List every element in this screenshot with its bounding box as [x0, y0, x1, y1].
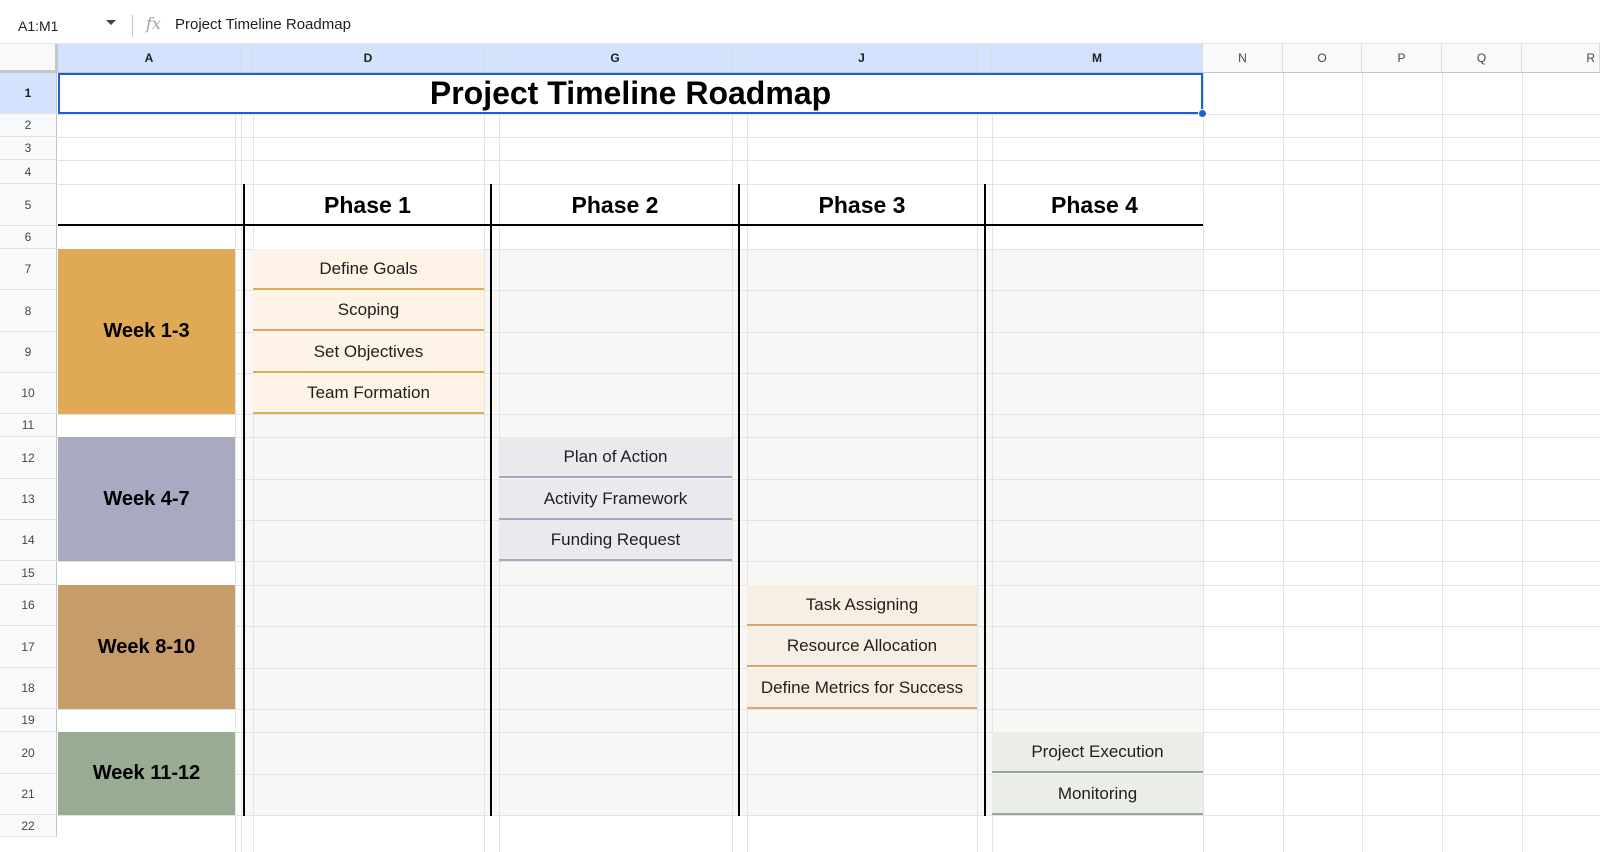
week-block-1[interactable]: Week 1-3 [58, 249, 235, 414]
selection-fill-handle[interactable] [1198, 109, 1207, 118]
row-header-22[interactable]: 22 [0, 815, 57, 837]
grid-line [241, 73, 242, 852]
formula-bar-separator [132, 15, 133, 37]
column-header-r[interactable]: R [1522, 44, 1600, 73]
task-cell[interactable]: Set Objectives [253, 332, 484, 373]
phase4-area [986, 249, 1203, 815]
grid-line [1283, 73, 1284, 852]
column-header-o[interactable]: O [1283, 44, 1362, 73]
row-header-1[interactable]: 1 [0, 73, 57, 114]
task-cell[interactable]: Activity Framework [499, 479, 732, 520]
week-block-4[interactable]: Week 11-12 [58, 732, 235, 815]
sheet-title: Project Timeline Roadmap [429, 75, 832, 111]
grid-line [58, 520, 1600, 521]
column-header-p[interactable]: P [1362, 44, 1442, 73]
task-cell[interactable]: Team Formation [253, 373, 484, 414]
phase-divider [984, 184, 986, 816]
grid-line [58, 137, 1600, 138]
task-cell[interactable]: Define Metrics for Success [747, 668, 977, 709]
title-cell[interactable]: Project Timeline Roadmap [58, 73, 1203, 114]
row-header-18[interactable]: 18 [0, 668, 57, 709]
phase-header-4[interactable]: Phase 4 [986, 185, 1203, 225]
grid-line [58, 414, 1600, 415]
name-box-dropdown-icon[interactable] [106, 20, 116, 25]
task-cell[interactable]: Task Assigning [747, 585, 977, 626]
row-header-3[interactable]: 3 [0, 137, 57, 160]
column-header-d[interactable]: D [253, 44, 484, 73]
column-header-hidden[interactable] [241, 44, 253, 73]
column-header-hidden[interactable] [977, 44, 992, 73]
task-cell[interactable]: Scoping [253, 290, 484, 331]
grid-line [58, 437, 1600, 438]
phase-divider [243, 184, 245, 816]
grid-line [58, 709, 1600, 710]
column-header-g[interactable]: G [499, 44, 732, 73]
phase-header-1[interactable]: Phase 1 [245, 185, 490, 225]
column-header-j[interactable]: J [747, 44, 977, 73]
phase3-area [740, 249, 984, 815]
grid-line [58, 732, 1600, 733]
grid-line [1522, 73, 1523, 852]
grid-line [58, 815, 1600, 816]
task-cell[interactable]: Monitoring [992, 774, 1203, 815]
phase-header-2[interactable]: Phase 2 [492, 185, 738, 225]
column-header-n[interactable]: N [1203, 44, 1283, 73]
phase-divider [490, 184, 492, 816]
task-cell[interactable]: Resource Allocation [747, 626, 977, 667]
week-block-2[interactable]: Week 4-7 [58, 437, 235, 561]
task-cell[interactable]: Project Execution [992, 732, 1203, 773]
row-header-19[interactable]: 19 [0, 709, 57, 732]
row-header-17[interactable]: 17 [0, 626, 57, 668]
row-header-7[interactable]: 7 [0, 249, 57, 290]
row-header-14[interactable]: 14 [0, 520, 57, 561]
select-all-corner[interactable] [0, 44, 58, 73]
fx-icon: fx [146, 14, 161, 33]
row-header-12[interactable]: 12 [0, 437, 57, 479]
row-header-6[interactable]: 6 [0, 226, 57, 249]
name-box[interactable]: A1:M1 [0, 8, 128, 44]
row-header-4[interactable]: 4 [0, 160, 57, 184]
row-header-13[interactable]: 13 [0, 479, 57, 520]
task-cell[interactable]: Define Goals [253, 249, 484, 290]
column-header-hidden[interactable] [732, 44, 747, 73]
phase-header-3[interactable]: Phase 3 [740, 185, 984, 225]
grid-line [1442, 73, 1443, 852]
column-header-q[interactable]: Q [1442, 44, 1522, 73]
task-cell[interactable]: Plan of Action [499, 437, 732, 478]
grid-line [58, 160, 1600, 161]
phase-divider [738, 184, 740, 816]
row-header-8[interactable]: 8 [0, 290, 57, 332]
row-header-20[interactable]: 20 [0, 732, 57, 774]
column-header-a[interactable]: A [58, 44, 241, 73]
formula-input[interactable]: Project Timeline Roadmap [175, 16, 351, 33]
week-block-3[interactable]: Week 8-10 [58, 585, 235, 709]
grid-line [58, 479, 1600, 480]
row-header-5[interactable]: 5 [0, 184, 57, 226]
column-header-hidden[interactable] [484, 44, 499, 73]
grid-line [58, 561, 1600, 562]
grid-line [58, 774, 1600, 775]
row-header-16[interactable]: 16 [0, 585, 57, 626]
grid-line [1362, 73, 1363, 852]
row-header-9[interactable]: 9 [0, 332, 57, 373]
task-cell[interactable]: Funding Request [499, 520, 732, 561]
grid-line [1203, 73, 1204, 852]
grid-line [58, 114, 1600, 115]
row-header-15[interactable]: 15 [0, 561, 57, 585]
column-header-m[interactable]: M [992, 44, 1203, 73]
grid-line [235, 73, 236, 852]
row-header-2[interactable]: 2 [0, 114, 57, 137]
phase-header-underline [58, 224, 1203, 226]
row-header-21[interactable]: 21 [0, 774, 57, 815]
row-header-11[interactable]: 11 [0, 414, 57, 437]
row-header-10[interactable]: 10 [0, 373, 57, 414]
